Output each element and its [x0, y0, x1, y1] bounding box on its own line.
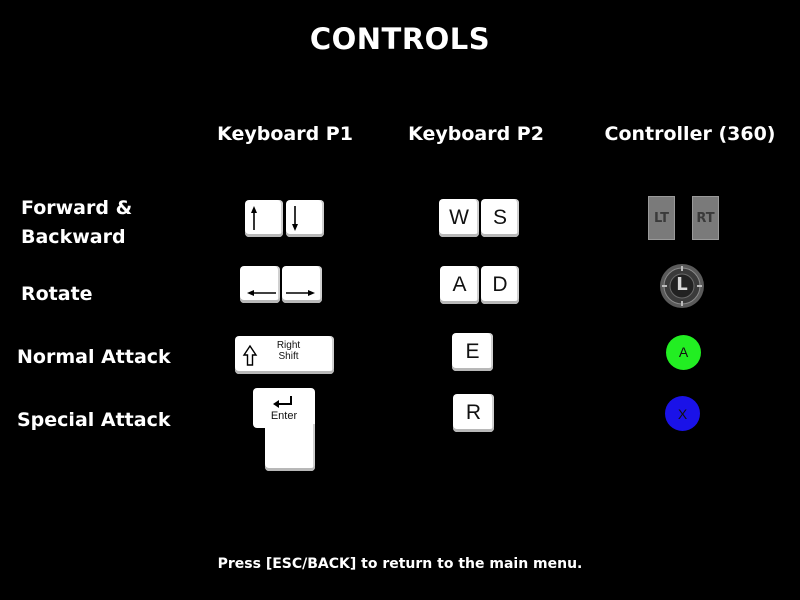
- key-w-label: W: [449, 206, 469, 229]
- column-header-keyboard-p2: Keyboard P2: [408, 123, 544, 145]
- right-arrow-icon: [286, 290, 315, 296]
- x-button-icon: X: [665, 396, 700, 431]
- key-right-shift: Right Shift: [235, 336, 334, 374]
- a-button-icon: A: [666, 335, 701, 370]
- key-down-arrow: [286, 200, 324, 237]
- key-a-label: A: [452, 273, 467, 296]
- key-w: W: [439, 199, 479, 237]
- action-special-attack: Special Attack: [17, 409, 171, 431]
- key-a: A: [440, 266, 479, 304]
- lt-trigger-icon: LT: [648, 196, 675, 240]
- up-arrow-icon: [251, 206, 257, 230]
- column-header-keyboard-p1: Keyboard P1: [217, 123, 353, 145]
- left-stick-icon: L: [659, 263, 705, 309]
- key-s-label: S: [492, 206, 507, 229]
- shift-label-line1: Right: [276, 340, 301, 351]
- key-e: E: [452, 333, 493, 371]
- action-rotate: Rotate: [21, 283, 93, 305]
- page-title: CONTROLS: [309, 22, 491, 56]
- key-d-label: D: [492, 273, 508, 296]
- enter-label: Enter: [270, 410, 298, 422]
- column-header-controller: Controller (360): [604, 123, 776, 145]
- key-up-arrow: [245, 200, 283, 237]
- down-arrow-icon: [292, 206, 298, 231]
- key-d: D: [481, 266, 519, 304]
- rt-trigger-icon: RT: [692, 196, 719, 240]
- key-s: S: [481, 199, 519, 237]
- shift-label-line2: Shift: [278, 351, 299, 362]
- key-enter-lower: [265, 424, 315, 471]
- key-right-arrow: [282, 266, 322, 303]
- key-r: R: [453, 394, 494, 432]
- left-arrow-icon: [247, 290, 276, 296]
- key-enter: Enter: [253, 388, 315, 428]
- action-normal-attack: Normal Attack: [17, 346, 171, 368]
- key-r-label: R: [465, 401, 482, 424]
- enter-arrow-icon: [273, 396, 292, 408]
- left-stick-label: L: [676, 274, 688, 295]
- key-left-arrow: [240, 266, 280, 303]
- action-forward-backward: Forward & Backward: [21, 197, 133, 248]
- footer-hint: Press [ESC/BACK] to return to the main m…: [217, 556, 583, 572]
- key-e-label: E: [465, 340, 480, 363]
